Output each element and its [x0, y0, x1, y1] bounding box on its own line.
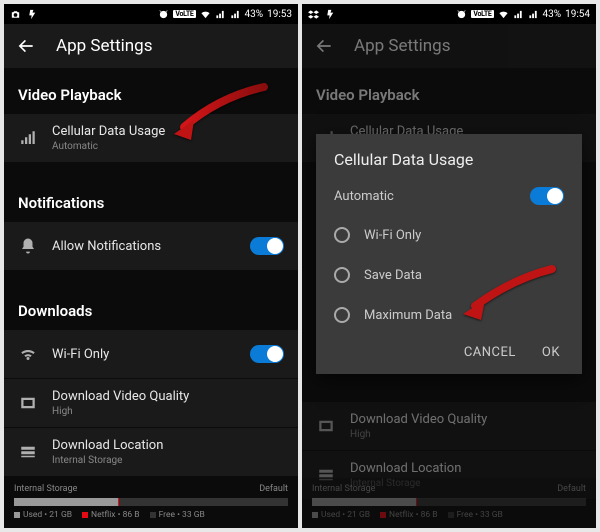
bell-icon [19, 237, 37, 255]
option-maximum-data[interactable]: Maximum Data [334, 295, 564, 335]
row-title: Cellular Data Usage [52, 124, 284, 139]
radio-icon [334, 267, 350, 283]
row-title: Download Video Quality [52, 389, 284, 404]
app-bar: App Settings [302, 24, 596, 68]
row-sub: High [52, 406, 284, 417]
storage-default: Default [259, 484, 288, 494]
phone-screen-right: VoLTE 43% 19:54 App Settings Video Playb… [302, 4, 596, 528]
bars-icon [19, 129, 37, 147]
storage-icon [19, 443, 37, 461]
phone-screen-left: VoLTE 43% 19:53 App Settings Video Playb… [4, 4, 298, 528]
toggle-notifications[interactable] [250, 237, 284, 255]
toggle-automatic[interactable] [530, 187, 564, 205]
status-bar: VoLTE 43% 19:53 [4, 4, 298, 24]
bolt-icon [27, 9, 38, 20]
clock-text: 19:54 [565, 9, 590, 20]
section-dl-header: Downloads [4, 284, 298, 330]
row-sub: Automatic [52, 141, 284, 152]
ok-button[interactable]: OK [542, 345, 560, 360]
row-cellular-data-usage[interactable]: Cellular Data Usage Automatic [4, 114, 298, 162]
clock-text: 19:53 [267, 9, 292, 20]
legend-used: Used • 21 GB [23, 510, 72, 520]
dialog-title: Cellular Data Usage [334, 150, 564, 169]
signal-icon [215, 9, 226, 20]
storage-bar [14, 498, 288, 506]
back-icon[interactable] [16, 36, 36, 56]
signal-icon [513, 9, 524, 20]
storage-footer: Internal Storage Default Used • 21 GB Ne… [4, 478, 298, 528]
storage-label: Internal Storage [14, 484, 77, 494]
radio-icon [334, 227, 350, 243]
cellular-data-dialog: Cellular Data Usage Automatic Wi-Fi Only… [316, 134, 582, 374]
battery-text: 43% [245, 9, 264, 20]
status-bar: VoLTE 43% 19:54 [302, 4, 596, 24]
app-bar: App Settings [4, 24, 298, 68]
dialog-auto-label: Automatic [334, 189, 394, 204]
row-download-location[interactable]: Download Location Internal Storage [4, 428, 298, 476]
battery-text: 43% [543, 9, 562, 20]
option-wifi-only[interactable]: Wi-Fi Only [334, 215, 564, 255]
cancel-button[interactable]: CANCEL [464, 345, 516, 360]
alarm-icon [158, 9, 169, 20]
volte-badge: VoLTE [173, 10, 195, 18]
camera-icon [10, 9, 21, 20]
signal-icon-2 [528, 9, 539, 20]
option-label: Maximum Data [364, 308, 452, 323]
radio-icon [334, 307, 350, 323]
signal-icon-2 [230, 9, 241, 20]
row-sub: Internal Storage [52, 455, 284, 466]
row-wifi-only[interactable]: Wi-Fi Only [4, 330, 298, 378]
section-video-header: Video Playback [4, 68, 298, 114]
row-allow-notifications[interactable]: Allow Notifications [4, 222, 298, 270]
row-title: Download Location [52, 438, 284, 453]
option-label: Wi-Fi Only [364, 228, 421, 243]
wifi-icon [19, 345, 37, 363]
back-icon [314, 36, 334, 56]
toggle-wifi-only[interactable] [250, 345, 284, 363]
row-title: Wi-Fi Only [52, 347, 236, 362]
dropbox-icon [308, 9, 319, 20]
volte-badge: VoLTE [471, 10, 493, 18]
option-save-data[interactable]: Save Data [334, 255, 564, 295]
page-title: App Settings [354, 36, 450, 56]
row-title: Allow Notifications [52, 239, 236, 254]
wifi-icon [498, 9, 509, 20]
section-notif-header: Notifications [4, 176, 298, 222]
option-label: Save Data [364, 268, 422, 283]
alarm-icon [456, 9, 467, 20]
legend-free: Free • 33 GB [159, 510, 205, 520]
legend-netflix: Netflix • 86 B [91, 510, 140, 520]
bolt-icon [325, 9, 336, 20]
storage-footer: Internal StorageDefault Used • 21 GB Net… [302, 478, 596, 528]
settings-content: Video Playback Cellular Data Usage Autom… [4, 68, 298, 528]
page-title: App Settings [56, 36, 152, 56]
video-icon [19, 394, 37, 412]
wifi-icon [200, 9, 211, 20]
row-download-quality[interactable]: Download Video Quality High [4, 379, 298, 427]
